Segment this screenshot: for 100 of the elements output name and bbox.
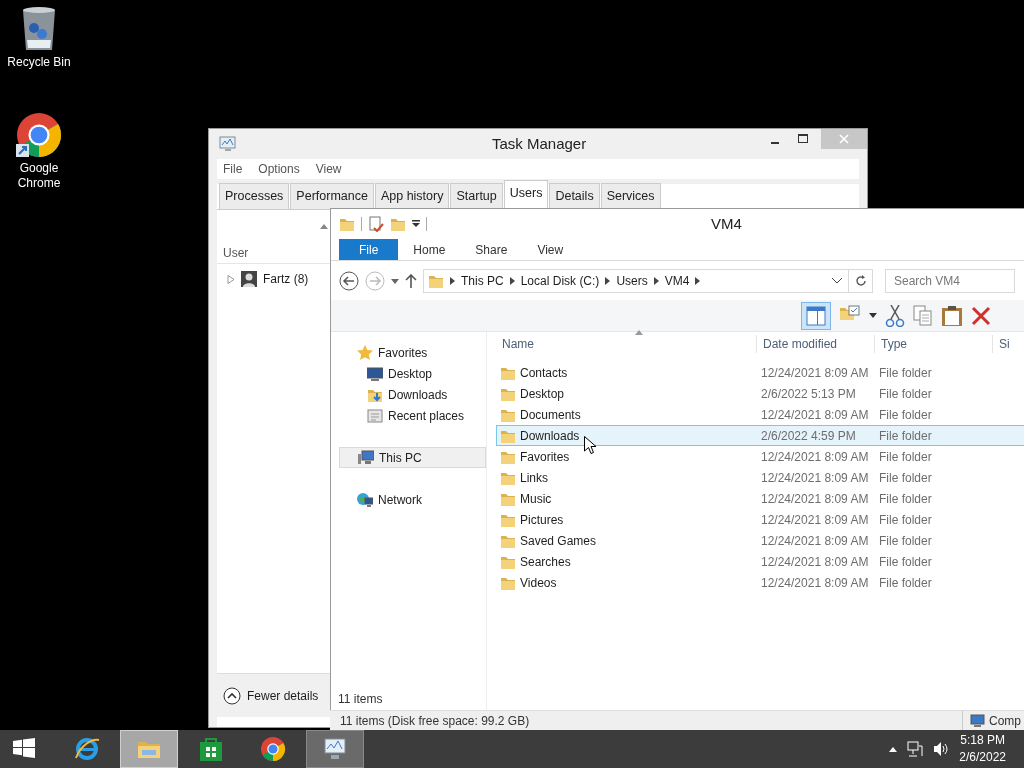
file-name: Downloads	[520, 427, 580, 445]
dropdown-icon[interactable]	[832, 278, 842, 284]
chevron-icon[interactable]	[605, 277, 611, 285]
desktop-icon-label[interactable]: Google Chrome	[4, 161, 74, 191]
nav-item[interactable]: Recent places	[339, 405, 486, 426]
tab[interactable]: Details	[549, 183, 600, 209]
user-name[interactable]: Fartz (8)	[263, 270, 309, 288]
file-name: Contacts	[520, 364, 568, 382]
network-icon[interactable]	[907, 741, 924, 757]
chevron-icon[interactable]	[653, 277, 659, 285]
file-type: File folder	[878, 532, 933, 550]
column-header[interactable]: Type	[875, 335, 993, 353]
file-date: 12/24/2021 8:09 AM	[760, 364, 870, 382]
breadcrumb[interactable]: This PC	[461, 272, 504, 290]
breadcrumb[interactable]: Users	[616, 272, 648, 290]
collapse-icon[interactable]	[223, 686, 241, 705]
address-bar[interactable]: This PC Local Disk (C:) Users VM4	[423, 269, 873, 293]
tab[interactable]: Users	[503, 180, 549, 209]
chrome-icon[interactable]	[16, 112, 62, 158]
chevron-up-icon[interactable]	[889, 746, 898, 752]
desktop-icon-label[interactable]: Recycle Bin	[4, 55, 74, 70]
window-title: VM4	[711, 213, 742, 234]
breadcrumb[interactable]: Local Disk (C:)	[520, 272, 600, 290]
sort-arrow-icon	[635, 330, 643, 335]
store-icon	[198, 736, 224, 762]
nav-item[interactable]: Downloads	[339, 384, 486, 405]
search-field[interactable]: Search VM4	[885, 269, 1015, 293]
chevron-icon[interactable]	[450, 277, 455, 285]
ribbon-tab[interactable]: Home	[398, 239, 461, 260]
mouse-cursor-icon	[584, 436, 596, 454]
taskbar-button[interactable]	[306, 730, 364, 768]
file-date: 12/24/2021 8:09 AM	[760, 574, 870, 592]
tab[interactable]: App history	[374, 183, 450, 209]
menu-item[interactable]: View	[315, 160, 342, 178]
file-date: 2/6/2022 4:59 PM	[760, 427, 857, 445]
dropdown-icon[interactable]	[869, 313, 877, 318]
expand-arrow-icon[interactable]	[227, 274, 235, 284]
clock-time[interactable]: 5:18 PM	[959, 732, 1006, 749]
dropdown-icon[interactable]	[391, 278, 399, 284]
file-name: Videos	[520, 574, 557, 592]
task-manager-icon	[322, 736, 348, 762]
file-row[interactable]: Documents 12/24/2021 8:09 AM File folder	[496, 404, 1024, 425]
tab[interactable]: Processes	[219, 183, 290, 209]
recent-places-icon	[367, 407, 383, 424]
ribbon-tab[interactable]: View	[522, 239, 579, 260]
menu-item[interactable]: Options	[258, 160, 300, 178]
file-name: Links	[520, 469, 548, 487]
task-manager-icon[interactable]	[219, 136, 237, 152]
tab[interactable]: Startup	[450, 183, 503, 209]
file-name: Favorites	[520, 448, 570, 466]
file-row[interactable]: Music 12/24/2021 8:09 AM File folder	[496, 488, 1024, 509]
file-name: Saved Games	[520, 532, 597, 550]
clock-date[interactable]: 2/6/2022	[959, 749, 1006, 766]
file-type: File folder	[878, 574, 933, 592]
nav-item[interactable]: Favorites	[339, 342, 486, 363]
file-date: 12/24/2021 8:09 AM	[760, 532, 870, 550]
column-header[interactable]: Si	[993, 335, 1024, 353]
file-row[interactable]: Favorites 12/24/2021 8:09 AM File folder	[496, 446, 1024, 467]
chevron-icon[interactable]	[695, 277, 701, 285]
cut-icon[interactable]	[885, 304, 905, 327]
speaker-icon[interactable]	[933, 741, 950, 757]
breadcrumb[interactable]: VM4	[664, 272, 690, 290]
file-row[interactable]: Contacts 12/24/2021 8:09 AM File folder	[496, 362, 1024, 383]
file-type: File folder	[878, 448, 933, 466]
menu-item[interactable]: File	[223, 160, 243, 178]
preview-pane-button[interactable]	[801, 301, 831, 330]
file-row[interactable]: Searches 12/24/2021 8:09 AM File folder	[496, 551, 1024, 572]
file-name: Music	[520, 490, 552, 508]
tab[interactable]: Performance	[290, 183, 374, 209]
monitor-icon	[367, 365, 383, 382]
file-date: 12/24/2021 8:09 AM	[760, 469, 870, 487]
file-type: File folder	[878, 553, 933, 571]
file-row[interactable]: Saved Games 12/24/2021 8:09 AM File folder	[496, 530, 1024, 551]
delete-icon[interactable]	[971, 305, 991, 326]
up-arrow-icon[interactable]	[405, 274, 417, 288]
paste-icon[interactable]	[941, 304, 963, 327]
file-type: File folder	[878, 511, 933, 529]
dropdown-icon[interactable]	[412, 220, 420, 228]
back-icon[interactable]	[339, 271, 359, 291]
file-row[interactable]: Desktop 2/6/2022 5:13 PM File folder	[496, 383, 1024, 404]
nav-item[interactable]: This PC	[339, 447, 486, 468]
nav-item[interactable]: Desktop	[339, 363, 486, 384]
computer-icon	[969, 713, 985, 728]
file-type: File folder	[878, 490, 933, 508]
status-text: 11 items (Disk free space: 99.2 GB)	[340, 712, 530, 730]
ribbon-tab[interactable]: Share	[460, 239, 523, 260]
tab[interactable]: Services	[600, 183, 661, 209]
properties-icon[interactable]	[368, 216, 384, 232]
file-row[interactable]: Videos 12/24/2021 8:09 AM File folder	[496, 572, 1024, 593]
file-date: 12/24/2021 8:09 AM	[760, 490, 870, 508]
file-row[interactable]: Links 12/24/2021 8:09 AM File folder	[496, 467, 1024, 488]
nav-item[interactable]: Network	[339, 489, 486, 510]
status-text: Comp	[989, 712, 1021, 730]
file-row[interactable]: Downloads 2/6/2022 4:59 PM File folder	[496, 425, 1024, 446]
chevron-icon[interactable]	[509, 277, 515, 285]
file-menu-button[interactable]: File	[339, 239, 399, 260]
internet-explorer-icon	[74, 736, 100, 762]
preview-pane-icon	[806, 305, 826, 326]
file-row[interactable]: Pictures 12/24/2021 8:09 AM File folder	[496, 509, 1024, 530]
column-header[interactable]: Date modified	[757, 335, 875, 353]
